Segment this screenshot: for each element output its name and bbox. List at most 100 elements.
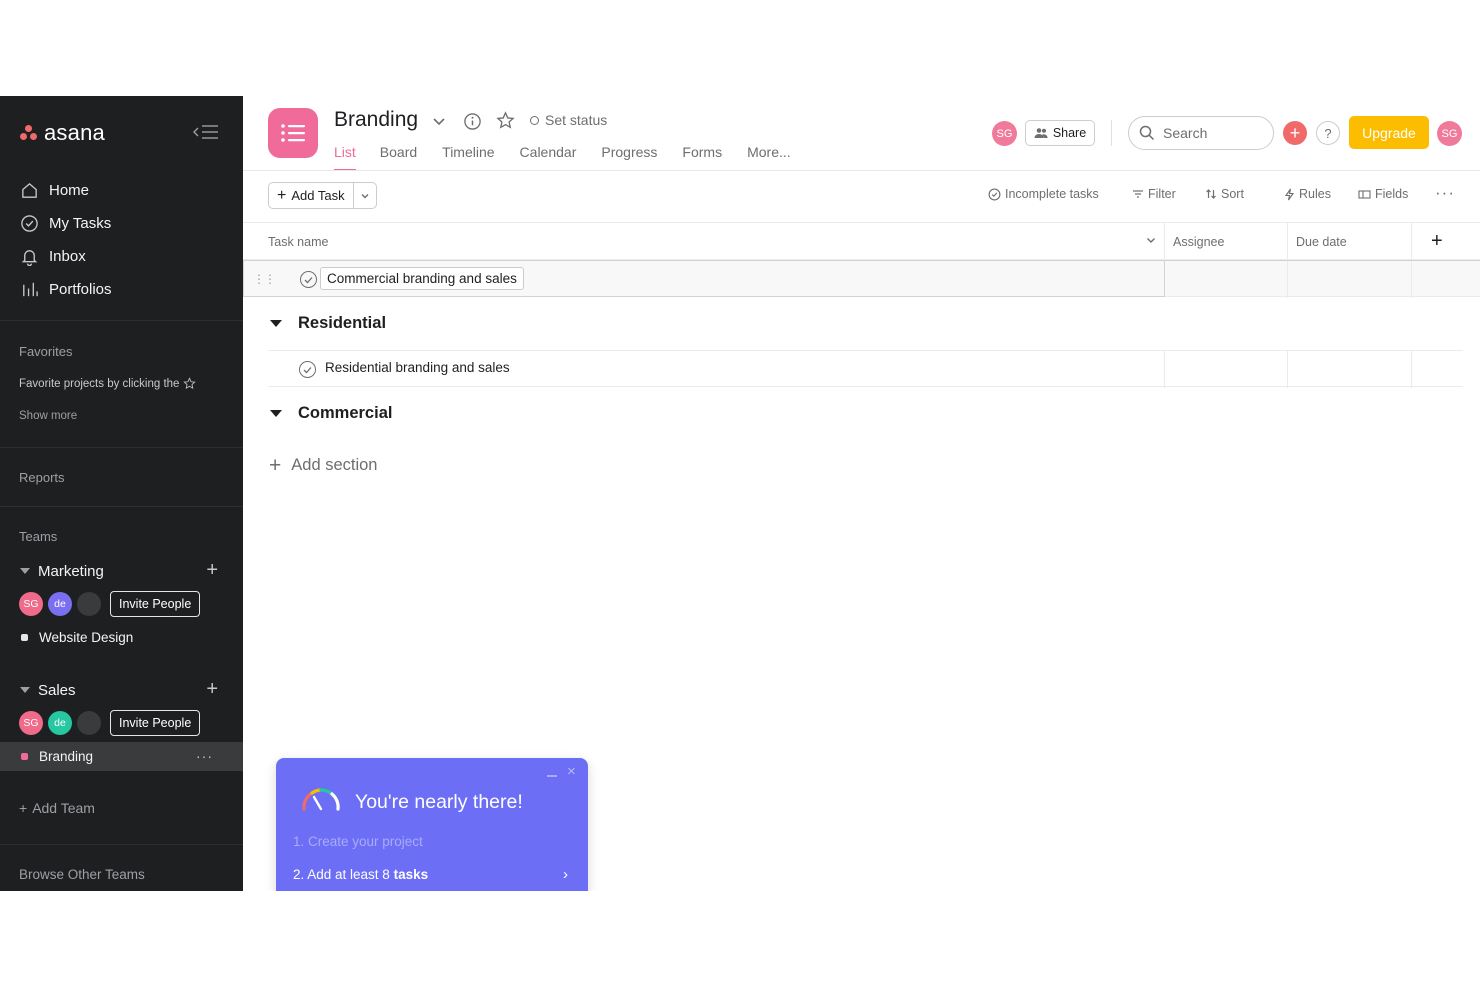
invite-people-button[interactable]: Invite People	[110, 591, 201, 617]
close-icon[interactable]: ×	[567, 763, 576, 780]
chevron-down-icon	[361, 193, 369, 198]
onboarding-step-done: 1. Create your project	[293, 834, 423, 849]
task-name[interactable]: Residential branding and sales	[325, 360, 510, 375]
collapse-sidebar-icon[interactable]	[192, 123, 220, 141]
fields-button[interactable]: Fields	[1358, 187, 1408, 201]
tab-more[interactable]: More...	[747, 143, 791, 171]
tab-calendar[interactable]: Calendar	[520, 143, 577, 171]
sidebar: asana Home My Tasks Inbox Portfolios Fav…	[0, 96, 243, 891]
page-title: Branding	[334, 108, 419, 131]
upgrade-button[interactable]: Upgrade	[1349, 116, 1429, 149]
user-avatar[interactable]: SG	[1437, 121, 1462, 146]
tab-forms[interactable]: Forms	[682, 143, 722, 171]
section-commercial[interactable]: Commercial	[270, 404, 392, 423]
project-tabs: List Board Timeline Calendar Progress Fo…	[334, 143, 791, 171]
popup-title: You're nearly there!	[355, 791, 523, 813]
tab-timeline[interactable]: Timeline	[442, 143, 494, 171]
incomplete-tasks-filter[interactable]: Incomplete tasks	[988, 187, 1099, 201]
search-input[interactable]	[1163, 125, 1263, 141]
filter-icon	[1133, 190, 1143, 198]
onboarding-step-next[interactable]: 2. Add at least 8 tasks ›	[293, 866, 573, 883]
search-box[interactable]	[1128, 116, 1274, 150]
fields-label: Fields	[1375, 187, 1409, 201]
project-branding[interactable]: Branding ···	[0, 742, 243, 771]
main-content: Branding Set status List Board Timeline …	[243, 96, 1480, 891]
sort-button[interactable]: Sort	[1205, 187, 1244, 201]
avatar[interactable]: SG	[992, 121, 1017, 146]
incomplete-label: Incomplete tasks	[1005, 187, 1099, 201]
column-due-date[interactable]: Due date	[1296, 235, 1347, 249]
home-icon	[22, 182, 37, 198]
column-task-name[interactable]: Task name	[268, 235, 328, 249]
invite-people-button[interactable]: Invite People	[110, 710, 201, 736]
project-website-design[interactable]: Website Design	[0, 623, 243, 652]
add-task-button[interactable]: + Add Task	[269, 183, 354, 208]
add-column-plus-icon[interactable]: +	[1431, 230, 1443, 253]
complete-task-checkbox[interactable]	[300, 271, 317, 288]
filter-button[interactable]: Filter	[1132, 187, 1176, 201]
task-name[interactable]: Commercial branding and sales	[320, 267, 524, 290]
nav-label: Inbox	[49, 248, 86, 265]
browse-other-teams-link[interactable]: Browse Other Teams	[19, 867, 145, 882]
avatar[interactable]: SG	[19, 711, 43, 735]
header-divider	[1111, 120, 1112, 146]
chevron-down-icon[interactable]	[431, 113, 447, 134]
sort-icon	[1206, 189, 1216, 199]
column-assignee[interactable]: Assignee	[1173, 235, 1224, 249]
sidebar-divider	[0, 447, 243, 448]
drag-handle-icon[interactable]: ⋮⋮	[253, 272, 276, 286]
sidebar-item-portfolios[interactable]: Portfolios	[0, 273, 243, 306]
avatar[interactable]: de	[48, 592, 72, 616]
set-status-button[interactable]: Set status	[530, 112, 607, 128]
chevron-down-icon[interactable]	[1145, 234, 1157, 249]
avatar[interactable]: de	[48, 711, 72, 735]
complete-task-checkbox[interactable]	[299, 361, 316, 378]
fields-icon	[1358, 189, 1371, 199]
asana-logo[interactable]: asana	[20, 120, 105, 146]
column-divider	[1411, 351, 1412, 388]
more-options-icon[interactable]: ···	[1435, 183, 1455, 203]
progress-gauge-icon	[300, 785, 342, 816]
favorites-hint-text: Favorite projects by clicking the	[19, 377, 180, 390]
show-more-link[interactable]: Show more	[19, 410, 77, 422]
step-text: 2. Add at least 8	[293, 867, 394, 882]
add-project-plus-icon[interactable]: +	[206, 559, 218, 581]
share-label: Share	[1052, 126, 1087, 140]
sidebar-item-inbox[interactable]: Inbox	[0, 240, 243, 273]
star-icon[interactable]	[496, 111, 515, 135]
project-color-square	[21, 753, 28, 760]
caret-down-icon	[20, 568, 30, 574]
minimize-icon[interactable]	[547, 775, 557, 777]
caret-down-icon[interactable]	[270, 410, 282, 417]
info-icon[interactable]	[463, 112, 482, 136]
teams-title: Teams	[19, 529, 58, 544]
team-marketing[interactable]: Marketing +	[20, 559, 220, 582]
tab-board[interactable]: Board	[380, 143, 417, 171]
help-button[interactable]: ?	[1316, 121, 1340, 145]
tab-progress[interactable]: Progress	[601, 143, 657, 171]
avatar[interactable]: SG	[19, 592, 43, 616]
favorites-hint: Favorite projects by clicking the	[19, 377, 197, 390]
caret-down-icon[interactable]	[270, 320, 282, 327]
team-sales[interactable]: Sales +	[20, 678, 220, 701]
section-residential[interactable]: Residential	[270, 314, 386, 333]
sidebar-item-home[interactable]: Home	[0, 174, 243, 207]
tab-list[interactable]: List	[334, 143, 356, 171]
share-button[interactable]: Share	[1025, 120, 1095, 146]
rules-button[interactable]: Rules	[1284, 187, 1331, 201]
table-row[interactable]: ⋮⋮ Commercial branding and sales	[243, 260, 1165, 297]
chevron-right-icon: ›	[563, 866, 568, 883]
more-options-icon[interactable]: ···	[196, 748, 213, 764]
table-row-cells	[1165, 260, 1480, 298]
reports-link[interactable]: Reports	[19, 470, 65, 485]
section-name: Residential	[298, 314, 387, 332]
onboarding-popup: You're nearly there! × 1. Create your pr…	[276, 758, 588, 891]
add-project-plus-icon[interactable]: +	[206, 678, 218, 700]
quick-add-plus-button[interactable]: +	[1283, 121, 1307, 145]
table-row[interactable]: Residential branding and sales	[268, 350, 1463, 388]
add-section-button[interactable]: + Add section	[269, 455, 378, 476]
add-team-button[interactable]: + Add Team	[19, 800, 95, 816]
sidebar-divider	[0, 506, 243, 507]
add-task-dropdown[interactable]	[354, 183, 376, 208]
sidebar-item-my-tasks[interactable]: My Tasks	[0, 207, 243, 240]
